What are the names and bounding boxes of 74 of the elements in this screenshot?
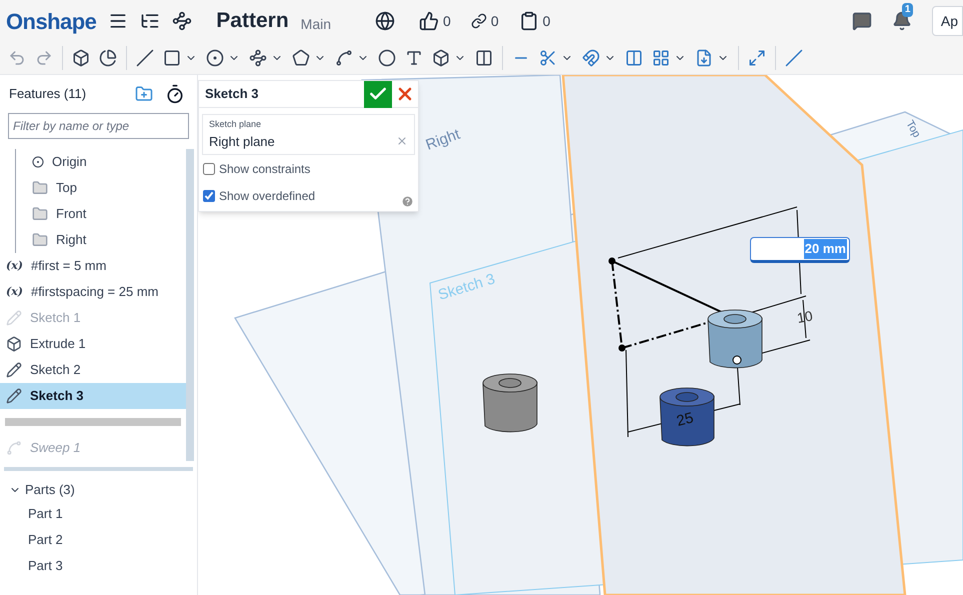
extrude-icon[interactable] — [72, 49, 90, 67]
point-icon — [732, 356, 742, 364]
link-count: 0 — [490, 12, 499, 30]
origin-icon — [32, 156, 44, 168]
dialog-title: Sketch 3 — [204, 85, 260, 104]
feature-item[interactable]: (x) #first = 5 mm — [0, 253, 186, 279]
line-icon[interactable] — [136, 49, 154, 67]
feature-item[interactable]: Sketch 2 — [0, 357, 186, 383]
link-icon[interactable] — [470, 13, 487, 29]
option-label: Show constraints — [219, 160, 310, 178]
rectangle-icon[interactable] — [163, 49, 181, 67]
part-item[interactable]: Part 2 — [9, 527, 197, 553]
feature-item[interactable]: Front — [26, 201, 186, 227]
thumbs-up-icon[interactable] — [419, 11, 440, 31]
circle-icon[interactable] — [206, 49, 224, 67]
dimension-label: 25 — [674, 409, 696, 430]
panel-title: Features (11) — [9, 85, 86, 104]
scrollbar[interactable] — [186, 149, 194, 461]
parts-header[interactable]: Parts (3) — [9, 479, 197, 501]
cylinder-drawing — [660, 388, 714, 446]
filter-field[interactable]: Filter by name or type — [8, 113, 189, 139]
like-count: 0 — [443, 12, 451, 30]
checkbox[interactable] — [203, 162, 215, 174]
feature-item[interactable]: Origin — [26, 149, 186, 175]
clipboard-icon[interactable] — [518, 11, 539, 31]
checkbox[interactable] — [203, 190, 215, 202]
pattern-icon[interactable] — [652, 49, 670, 67]
copy-count: 0 — [542, 12, 550, 30]
clear-icon[interactable] — [396, 135, 408, 148]
workspace-label: Main — [300, 14, 332, 34]
accept-button[interactable] — [364, 80, 392, 108]
pencil-icon — [6, 362, 22, 378]
app-logo[interactable]: Onshape — [6, 4, 96, 38]
plane-icon — [32, 206, 48, 222]
stopwatch-icon[interactable] — [165, 84, 185, 104]
part-item[interactable]: Part 1 — [9, 501, 197, 527]
plane-icon — [32, 180, 48, 196]
sketch-label: Sketch 3 — [436, 270, 497, 304]
help-icon[interactable] — [401, 195, 414, 208]
feature-item[interactable]: Sketch 3 — [0, 383, 186, 409]
feature-item[interactable]: (x) #firstspacing = 25 mm — [0, 279, 186, 305]
plane-label: Right — [424, 126, 462, 154]
extrude-icon — [6, 336, 22, 352]
polygon-icon[interactable] — [292, 49, 310, 67]
feature-item[interactable]: Right — [26, 227, 186, 253]
globe-icon[interactable] — [375, 11, 396, 31]
sweep-icon — [6, 440, 22, 456]
cylinder-drawing — [482, 374, 538, 432]
pencil-icon — [6, 388, 22, 404]
notification-badge: 1 — [902, 3, 914, 17]
box-icon[interactable] — [432, 49, 450, 67]
spline-icon[interactable] — [335, 49, 353, 67]
document-title: Pattern — [216, 8, 289, 34]
pencil-icon — [6, 310, 22, 326]
dxf-file-icon[interactable] — [695, 49, 713, 67]
variable-icon: (x) — [6, 258, 23, 274]
option-label: Show overdefined — [219, 188, 316, 204]
text-icon[interactable] — [405, 49, 423, 67]
dimension-label: 10 — [796, 308, 814, 326]
resize-icon[interactable] — [748, 49, 766, 67]
plane-icon — [32, 232, 48, 248]
add-folder-icon[interactable] — [135, 85, 153, 103]
feature-item[interactable]: Top — [26, 175, 186, 201]
trim-icon[interactable] — [539, 49, 557, 67]
part-item[interactable]: Part 3 — [9, 553, 197, 579]
plane-label: Top — [903, 118, 923, 140]
point-icon[interactable] — [378, 49, 396, 67]
app-button[interactable]: Ap — [932, 6, 963, 36]
notification-icon[interactable] — [892, 11, 912, 31]
chat-icon[interactable] — [852, 11, 872, 31]
variable-icon: (x) — [6, 284, 23, 300]
cylinder-drawing — [708, 310, 762, 368]
sketch-plane-field[interactable]: Sketch plane Right plane — [202, 114, 415, 155]
feature-item[interactable]: Extrude 1 — [0, 331, 186, 357]
